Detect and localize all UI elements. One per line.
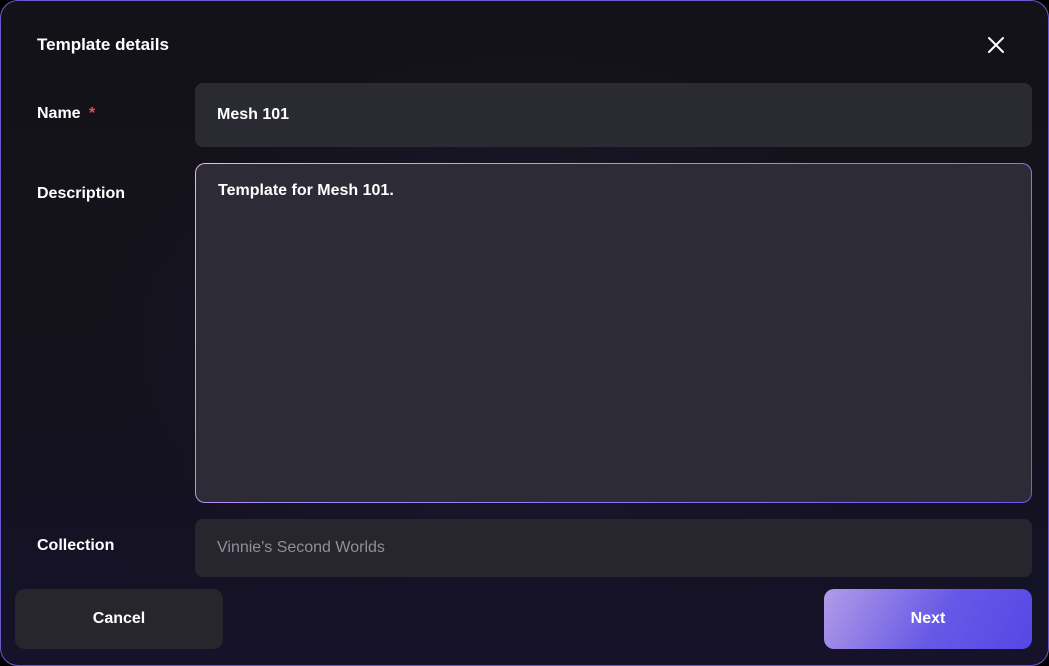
collection-input[interactable] bbox=[195, 519, 1032, 577]
dialog-footer: Cancel Next bbox=[1, 577, 1048, 665]
description-focus-border bbox=[195, 163, 1032, 503]
description-input[interactable] bbox=[196, 164, 1031, 502]
cancel-button[interactable]: Cancel bbox=[15, 589, 223, 649]
description-row: Description bbox=[37, 163, 1032, 503]
close-icon bbox=[986, 35, 1006, 55]
description-field-wrap bbox=[195, 163, 1032, 503]
template-details-dialog: Template details Name * Description bbox=[0, 0, 1049, 666]
dialog-body: Name * Description Collection bbox=[1, 83, 1048, 577]
collection-field-wrap bbox=[195, 519, 1032, 577]
name-label-text: Name bbox=[37, 105, 81, 122]
close-button[interactable] bbox=[980, 29, 1012, 61]
dialog-title: Template details bbox=[37, 35, 169, 55]
name-row: Name * bbox=[37, 83, 1032, 147]
next-button[interactable]: Next bbox=[824, 589, 1032, 649]
name-label: Name * bbox=[37, 83, 195, 123]
dialog-header: Template details bbox=[1, 1, 1048, 83]
collection-row: Collection bbox=[37, 519, 1032, 577]
required-indicator: * bbox=[89, 105, 95, 122]
collection-label: Collection bbox=[37, 519, 195, 555]
description-label: Description bbox=[37, 163, 195, 203]
name-input[interactable] bbox=[195, 83, 1032, 147]
name-field-wrap bbox=[195, 83, 1032, 147]
